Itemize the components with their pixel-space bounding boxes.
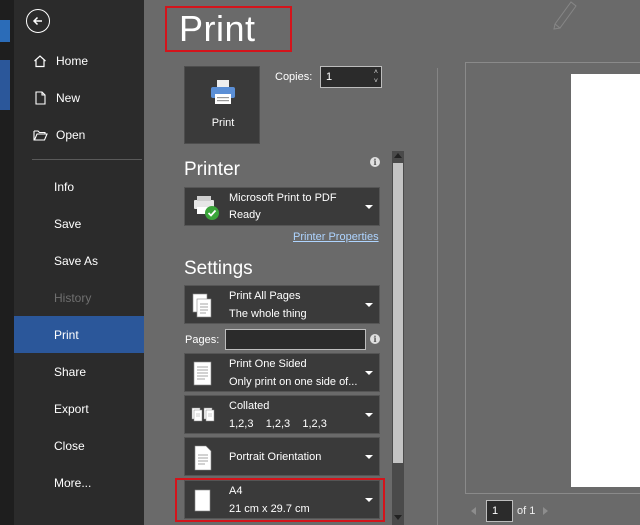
print-preview-page bbox=[571, 74, 640, 487]
sidebar-item-label: Share bbox=[54, 364, 87, 379]
printer-status: Ready bbox=[229, 209, 261, 221]
sidebar-item-label: Info bbox=[54, 179, 75, 194]
page-number-input[interactable]: 1 bbox=[486, 500, 513, 522]
sidebar-item-history: History bbox=[14, 279, 144, 316]
pages-icon bbox=[192, 293, 212, 318]
copies-stepper[interactable]: 1 ˄ ˅ bbox=[320, 66, 382, 88]
sidebar-item-save-as[interactable]: Save As bbox=[14, 242, 144, 279]
collation-subtitle: 1,2,3 1,2,3 1,2,3 bbox=[229, 418, 327, 430]
sides-subtitle: Only print on one side of... bbox=[229, 376, 358, 388]
orientation-title: Portrait Orientation bbox=[229, 451, 322, 463]
pages-range-subtitle: The whole thing bbox=[229, 308, 307, 320]
printer-properties-link[interactable]: Printer Properties bbox=[293, 231, 379, 243]
title-highlight-box bbox=[165, 6, 292, 52]
open-folder-icon bbox=[32, 127, 48, 143]
info-icon[interactable]: i bbox=[370, 334, 380, 344]
settings-scrollbar[interactable] bbox=[392, 151, 404, 525]
printer-icon bbox=[211, 80, 235, 104]
one-sided-icon bbox=[193, 361, 212, 386]
collation-dropdown[interactable]: Collated 1,2,3 1,2,3 1,2,3 bbox=[184, 395, 380, 434]
back-arrow-icon bbox=[32, 16, 42, 26]
sidebar-item-label: Print bbox=[54, 327, 79, 342]
sidebar-divider bbox=[32, 159, 142, 160]
pdf-printer-ready-icon bbox=[194, 196, 219, 220]
sidebar-item-label: More... bbox=[54, 475, 92, 490]
chevron-down-icon bbox=[365, 303, 373, 307]
sidebar-item-home[interactable]: Home bbox=[14, 42, 144, 79]
copies-label: Copies: bbox=[275, 71, 313, 83]
preview-page-navigation: 1 of 1 bbox=[471, 500, 549, 522]
info-icon[interactable]: i bbox=[370, 157, 380, 167]
pane-divider bbox=[437, 68, 438, 525]
paper-size-highlight-box bbox=[175, 478, 385, 522]
previous-page-icon[interactable] bbox=[471, 507, 476, 515]
sides-dropdown[interactable]: Print One Sided Only print on one side o… bbox=[184, 353, 380, 392]
sidebar-item-label: New bbox=[56, 90, 81, 105]
pages-range-dropdown[interactable]: Print All Pages The whole thing bbox=[184, 285, 380, 324]
scroll-thumb[interactable] bbox=[393, 163, 403, 463]
sidebar-item-label: Save bbox=[54, 216, 82, 231]
sidebar-item-label: History bbox=[54, 290, 92, 305]
backstage-sidebar: Home New Open Info Save Save As History … bbox=[14, 0, 144, 525]
sidebar-item-label: Close bbox=[54, 438, 85, 453]
sidebar-item-label: Home bbox=[56, 53, 89, 68]
sidebar-item-print[interactable]: Print bbox=[14, 316, 144, 353]
pages-input[interactable] bbox=[225, 329, 366, 350]
printer-section-title: Printer bbox=[184, 159, 240, 180]
next-page-icon[interactable] bbox=[543, 507, 549, 515]
pencil-decoration-icon bbox=[553, 1, 577, 30]
sidebar-item-open[interactable]: Open bbox=[14, 116, 144, 153]
print-button[interactable]: Print bbox=[184, 66, 260, 144]
print-button-label: Print bbox=[211, 117, 235, 129]
page-count-label: of 1 bbox=[517, 505, 536, 517]
new-doc-icon bbox=[32, 90, 48, 106]
sidebar-item-share[interactable]: Share bbox=[14, 353, 144, 390]
portrait-icon bbox=[194, 445, 212, 471]
copies-value: 1 bbox=[326, 71, 333, 83]
sidebar-item-label: Export bbox=[54, 401, 89, 416]
sidebar-item-save[interactable]: Save bbox=[14, 205, 144, 242]
settings-section-title: Settings bbox=[184, 258, 253, 279]
window-accent-notch bbox=[0, 20, 10, 42]
sidebar-item-new[interactable]: New bbox=[14, 79, 144, 116]
sidebar-item-more[interactable]: More... bbox=[14, 464, 144, 501]
print-pane: Print Print Copies: 1 ˄ ˅ Printer i Micro… bbox=[144, 0, 640, 525]
scroll-up-arrow-icon[interactable] bbox=[394, 153, 402, 158]
collation-title: Collated bbox=[229, 400, 270, 412]
orientation-dropdown[interactable]: Portrait Orientation bbox=[184, 437, 380, 476]
printer-name: Microsoft Print to PDF bbox=[229, 192, 337, 204]
spin-buttons-icon[interactable]: ˄ ˅ bbox=[374, 68, 378, 86]
back-button[interactable] bbox=[26, 9, 50, 33]
printer-dropdown[interactable]: Microsoft Print to PDF Ready bbox=[184, 187, 380, 226]
window-accent-strip bbox=[0, 60, 10, 110]
home-icon bbox=[32, 53, 48, 69]
scroll-down-arrow-icon[interactable] bbox=[394, 515, 402, 520]
sidebar-item-label: Save As bbox=[54, 253, 99, 268]
sidebar-item-label: Open bbox=[56, 127, 86, 142]
sidebar-item-info[interactable]: Info bbox=[14, 168, 144, 205]
chevron-down-icon bbox=[365, 371, 373, 375]
app-window-edge bbox=[0, 0, 14, 525]
sidebar-item-close[interactable]: Close bbox=[14, 427, 144, 464]
sidebar-item-export[interactable]: Export bbox=[14, 390, 144, 427]
chevron-down-icon bbox=[365, 455, 373, 459]
pages-range-title: Print All Pages bbox=[229, 290, 301, 302]
chevron-down-icon bbox=[365, 205, 373, 209]
chevron-down-icon bbox=[365, 413, 373, 417]
collated-icon bbox=[191, 407, 215, 422]
sides-title: Print One Sided bbox=[229, 358, 307, 370]
pages-label: Pages: bbox=[185, 334, 220, 346]
